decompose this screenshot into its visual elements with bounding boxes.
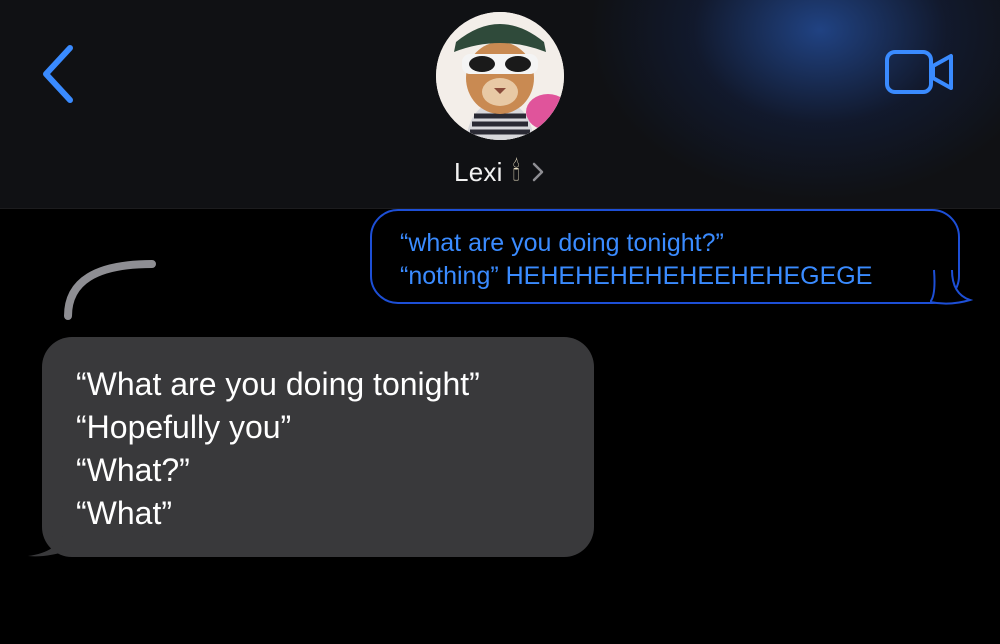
sent-bubble-tail xyxy=(930,269,974,305)
chevron-right-icon xyxy=(532,162,544,182)
message-line: “Hopefully you” xyxy=(76,409,292,445)
message-line: “What” xyxy=(76,495,172,531)
conversation-header: Lexi 🕯 xyxy=(0,0,1000,209)
message-line: “What are you doing tonight” xyxy=(76,366,480,402)
contact-info-button[interactable]: Lexi 🕯 xyxy=(0,150,1000,194)
message-line: “What?” xyxy=(76,452,190,488)
cat-avatar-image xyxy=(436,12,564,140)
contact-avatar[interactable] xyxy=(436,12,564,140)
message-line: “what are you doing tonight?” xyxy=(400,229,724,257)
message-line: “nothing” HEHEHEHEHEHEEHEHEGEGE xyxy=(400,262,873,290)
video-camera-icon xyxy=(885,50,953,94)
chevron-left-icon xyxy=(43,45,73,103)
contact-name: Lexi xyxy=(454,156,503,187)
facetime-video-button[interactable] xyxy=(884,48,956,96)
sent-message-text: “what are you doing tonight?” “nothing” … xyxy=(400,227,872,293)
back-button[interactable] xyxy=(36,40,80,108)
sent-message-bubble[interactable]: “what are you doing tonight?” “nothing” … xyxy=(370,209,960,304)
received-bubble-tail xyxy=(28,512,70,557)
reply-thread-connector xyxy=(64,260,156,320)
candle-emoji: 🕯 xyxy=(512,156,520,187)
received-message-text: “What are you doing tonight” “Hopefully … xyxy=(76,363,480,535)
received-message-bubble[interactable]: “What are you doing tonight” “Hopefully … xyxy=(42,337,594,557)
